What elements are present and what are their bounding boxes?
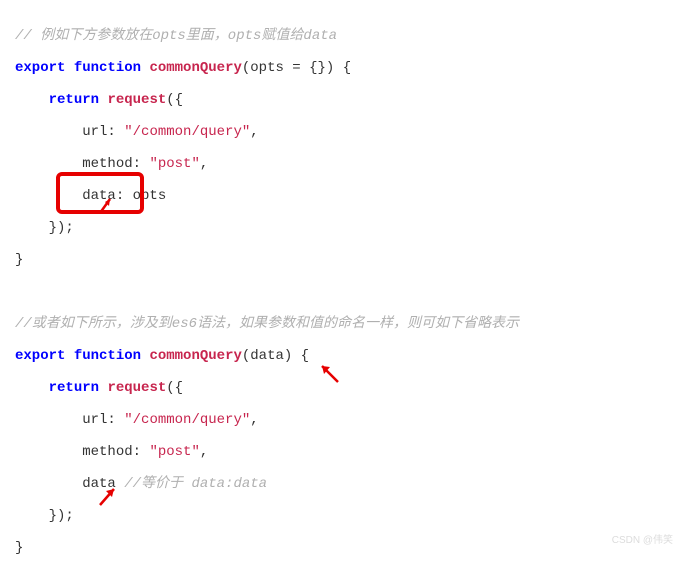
code-line: url: "/common/query", — [15, 116, 673, 148]
code-line: } — [15, 244, 673, 276]
code-line: }); — [15, 500, 673, 532]
comment-line-1: // 例如下方参数放在opts里面，opts赋值给data — [15, 20, 673, 52]
code-line: export function commonQuery(data) { — [15, 340, 673, 372]
code-line: method: "post", — [15, 148, 673, 180]
code-line: method: "post", — [15, 436, 673, 468]
code-line: data //等价于 data:data — [15, 468, 673, 500]
code-line: export function commonQuery(opts = {}) { — [15, 52, 673, 84]
code-line: return request({ — [15, 372, 673, 404]
code-line: return request({ — [15, 84, 673, 116]
blank-line — [15, 276, 673, 308]
code-line: } — [15, 532, 673, 564]
code-line: url: "/common/query", — [15, 404, 673, 436]
watermark: CSDN @伟笑 — [612, 525, 673, 557]
code-line: }); — [15, 212, 673, 244]
comment-line-2: //或者如下所示，涉及到es6语法，如果参数和值的命名一样，则可如下省略表示 — [15, 308, 673, 340]
code-line: data: opts — [15, 180, 673, 212]
